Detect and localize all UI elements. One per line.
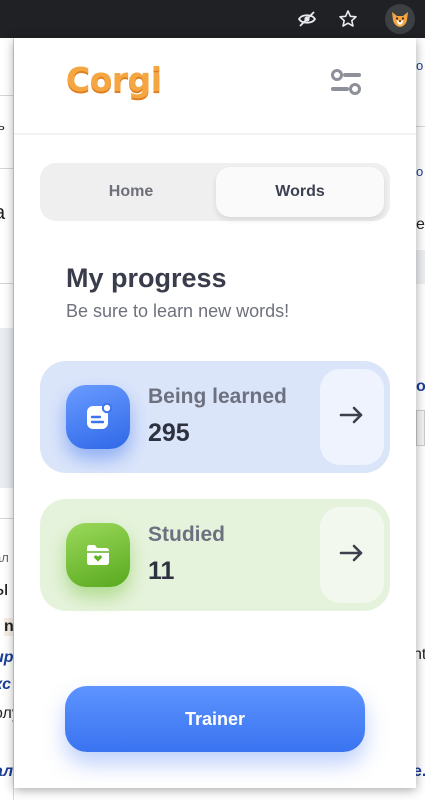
- popup-header: Corgi: [14, 38, 416, 135]
- bg-text: олу: [0, 705, 13, 722]
- bg-text: ал: [0, 550, 9, 565]
- studied-open-button[interactable]: [320, 507, 384, 603]
- arrow-right-icon: [339, 405, 365, 430]
- bg-block: [416, 250, 425, 284]
- bg-text: n: [4, 618, 14, 636]
- arrow-right-icon: [339, 543, 365, 568]
- bg-text: ь: [0, 118, 5, 133]
- being-learned-open-button[interactable]: [320, 369, 384, 465]
- tab-words[interactable]: Words: [216, 167, 384, 217]
- tab-home[interactable]: Home: [46, 167, 216, 217]
- background-left-sliver: ь а ал ы n ир кс олу ал: [0, 38, 14, 800]
- page-subtitle: Be sure to learn new words!: [66, 301, 290, 321]
- bg-link[interactable]: кс: [0, 676, 11, 694]
- bg-text: а: [0, 202, 5, 225]
- bg-link[interactable]: о: [416, 378, 425, 396]
- star-icon[interactable]: [337, 8, 359, 30]
- page-title: My progress: [66, 263, 227, 293]
- corgi-extension-icon[interactable]: [385, 4, 415, 34]
- studied-card[interactable]: Studied 11: [40, 499, 390, 611]
- bg-text: ы: [0, 578, 8, 601]
- being-learned-card[interactable]: Being learned 295: [40, 361, 390, 473]
- bg-image: [0, 328, 13, 488]
- settings-button[interactable]: [326, 66, 366, 102]
- corgi-popup: Corgi Home Words My progress Be sure to …: [14, 38, 416, 788]
- eye-off-icon[interactable]: [296, 8, 318, 30]
- trainer-button[interactable]: Trainer: [65, 686, 365, 752]
- background-right-sliver: о о е о nt e.: [416, 38, 425, 800]
- bg-link[interactable]: о: [416, 58, 423, 73]
- settings-sliders-icon: [330, 68, 362, 101]
- bg-text: nt: [416, 646, 425, 663]
- bg-link[interactable]: e.: [416, 763, 425, 781]
- studied-folder-icon: [66, 523, 130, 587]
- bg-link[interactable]: ал: [0, 763, 13, 781]
- tab-switcher: Home Words: [40, 163, 390, 221]
- bg-link[interactable]: о: [416, 164, 423, 179]
- studied-count: 11: [148, 557, 175, 585]
- studied-label: Studied: [148, 523, 225, 546]
- browser-toolbar: [0, 0, 425, 38]
- bg-text: е: [416, 216, 425, 233]
- bg-block: [416, 410, 425, 446]
- learning-card-icon: [66, 385, 130, 449]
- being-learned-label: Being learned: [148, 385, 287, 408]
- bg-link[interactable]: ир: [0, 649, 13, 667]
- corgi-logo: Corgi: [66, 60, 162, 99]
- being-learned-count: 295: [148, 419, 190, 447]
